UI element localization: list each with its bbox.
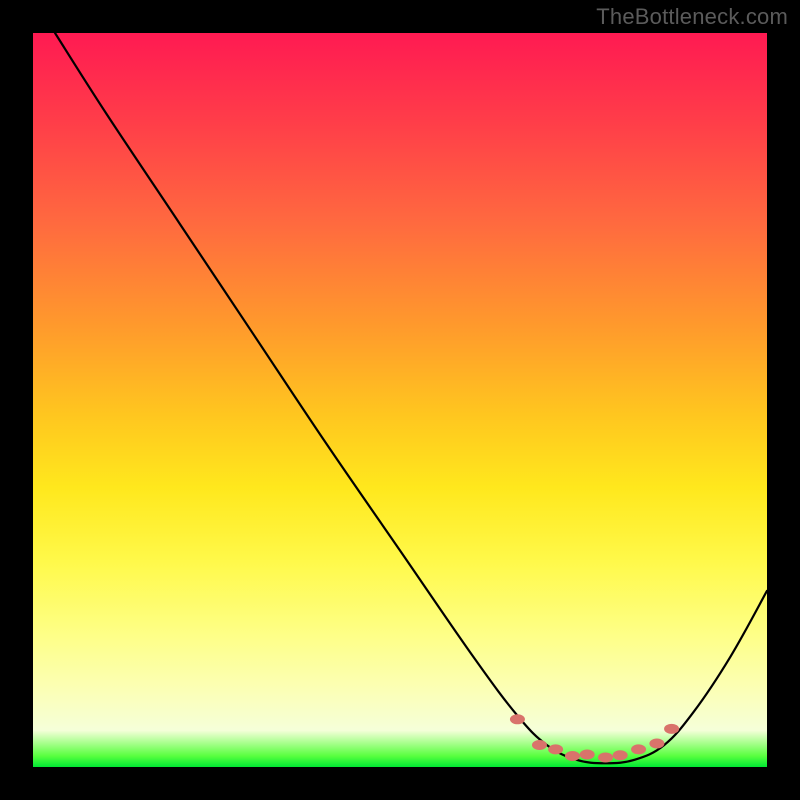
optimal-dot [598, 752, 613, 762]
bottleneck-curve [55, 33, 767, 763]
optimal-zone-dots [510, 714, 679, 762]
optimal-dot [580, 750, 595, 760]
optimal-dot [510, 714, 525, 724]
watermark-text: TheBottleneck.com [596, 4, 788, 30]
chart-frame: TheBottleneck.com [0, 0, 800, 800]
optimal-dot [548, 744, 563, 754]
optimal-dot [664, 724, 679, 734]
optimal-dot [565, 751, 580, 761]
optimal-dot [649, 739, 664, 749]
optimal-dot [631, 744, 646, 754]
optimal-dot [532, 740, 547, 750]
plot-area [33, 33, 767, 767]
optimal-dot [613, 750, 628, 760]
curve-layer [33, 33, 767, 767]
